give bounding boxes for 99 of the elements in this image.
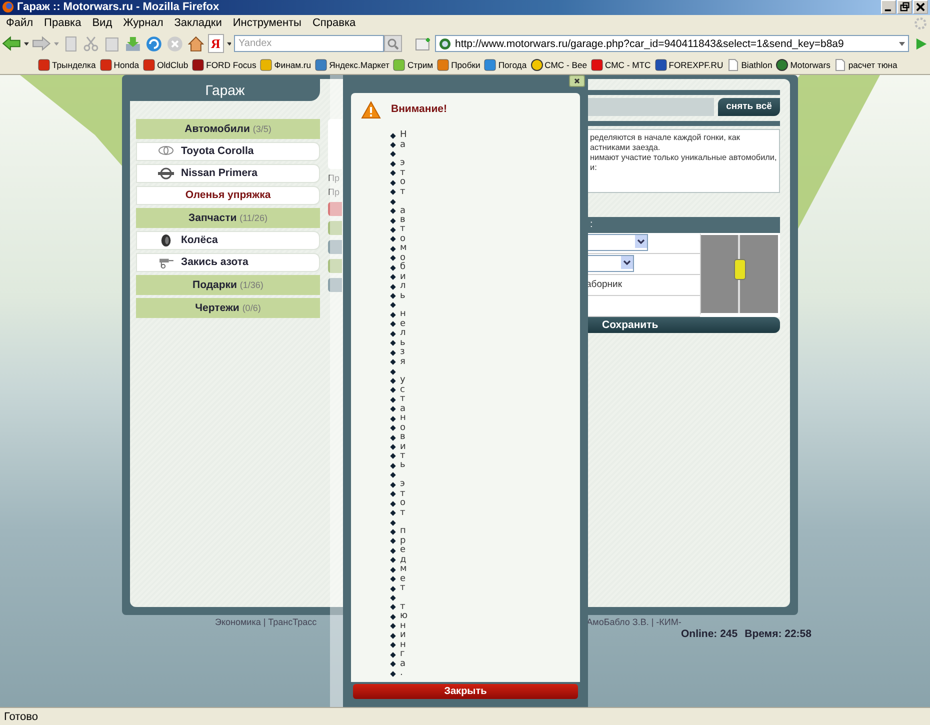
menu-item[interactable]: Инструменты — [232, 17, 302, 30]
status-text: Готово — [4, 710, 38, 722]
minimize-icon[interactable] — [881, 0, 896, 14]
info-text: ределяются в начале каждой гонки, как — [590, 132, 742, 143]
select-field[interactable] — [586, 234, 648, 252]
bookmark-link[interactable]: Трынделка — [38, 58, 96, 71]
search-field[interactable]: Yandex — [234, 35, 384, 52]
site-icon — [591, 58, 604, 71]
close-button[interactable] — [569, 74, 585, 87]
form-text: аборник — [586, 279, 622, 290]
menu-item[interactable]: Правка — [44, 17, 82, 30]
throbber-icon — [914, 16, 927, 30]
home-icon[interactable] — [188, 36, 204, 52]
tab-button[interactable] — [328, 258, 342, 273]
site-icon — [315, 58, 328, 71]
category-header[interactable]: Подарки (1/36) — [136, 274, 320, 295]
site-icon — [776, 58, 788, 71]
info-text: и: — [590, 162, 598, 173]
site-icon — [438, 38, 451, 50]
site-icon — [393, 58, 406, 71]
chevron-down-icon[interactable] — [635, 235, 647, 248]
search-engine-button[interactable]: Я — [208, 34, 224, 54]
bookmark-link[interactable]: FOREXPF.RU — [654, 58, 724, 71]
dropdown-caret-icon[interactable] — [24, 42, 29, 46]
footer-links: АмоБабло З.В. | -КИМ- — [586, 616, 682, 627]
select-field[interactable] — [586, 255, 634, 272]
menu-item[interactable]: Справка — [312, 17, 356, 30]
site-icon — [143, 58, 156, 71]
side-text: Пр — [328, 174, 340, 183]
document-icon[interactable] — [62, 36, 78, 52]
tab-button[interactable] — [328, 278, 342, 292]
nissan-logo-icon — [157, 166, 175, 180]
tab-button[interactable] — [328, 220, 342, 235]
bookmark-link[interactable]: расчет тюна — [834, 58, 898, 71]
bookmark-link[interactable]: Пробки — [437, 58, 480, 71]
site-icon — [484, 58, 496, 71]
bookmark-link[interactable]: Яндекс.Маркет — [315, 58, 390, 71]
garage-item[interactable]: Nissan Primera — [136, 164, 320, 183]
tab-button[interactable] — [328, 240, 342, 254]
garage-title: Гараж — [130, 78, 320, 101]
bookmark-link[interactable]: Honda — [100, 58, 140, 71]
dropdown-caret-icon[interactable] — [226, 42, 232, 46]
category-header[interactable]: Чертежи (0/6) — [136, 298, 320, 318]
category-header[interactable]: Автомобили (3/5) — [136, 118, 320, 139]
menu-item[interactable]: Закладки — [174, 17, 222, 30]
site-icon — [530, 58, 543, 71]
bookmark-link[interactable]: FORD Focus — [192, 58, 256, 71]
address-field[interactable]: http://www.motorwars.ru/garage.php?car_id=940411843&select=1&send_key=b8a9 — [434, 35, 910, 52]
chevron-down-icon[interactable] — [621, 256, 633, 270]
menu-item[interactable]: Журнал — [123, 17, 164, 30]
bookmark-link[interactable]: Biathlon — [727, 58, 772, 71]
window-title: Гараж :: Motorwars.ru - Mozilla Firefox — [17, 1, 220, 14]
menu-item[interactable]: Файл — [6, 17, 34, 30]
server-time: Время: 22:58 — [744, 628, 812, 640]
tab-button[interactable] — [328, 202, 342, 216]
restore-icon[interactable] — [897, 0, 912, 14]
site-icon — [654, 58, 667, 71]
garage-item[interactable]: Оленья упряжка — [136, 186, 320, 205]
dialog-title: Внимание! — [391, 102, 447, 115]
clipboard-icon[interactable] — [104, 36, 120, 52]
info-text: астниками заезда. — [590, 142, 662, 153]
close-icon[interactable] — [573, 76, 581, 85]
reload-icon[interactable] — [146, 36, 162, 52]
clear-all-button[interactable]: снять всё — [718, 98, 780, 116]
add-bookmark-icon[interactable] — [415, 36, 431, 52]
bookmark-link[interactable]: СМС - МТС — [591, 58, 651, 71]
site-icon — [100, 58, 112, 71]
search-icon[interactable] — [384, 35, 402, 52]
garage-item[interactable]: Колёса — [136, 230, 320, 250]
bookmark-link[interactable]: Motorwars — [776, 58, 830, 71]
info-text: нимают участие только уникальные автомобили, — [590, 152, 777, 163]
bookmark-link[interactable]: Погода — [484, 58, 527, 71]
site-icon — [38, 58, 50, 71]
warning-message: На этот автомобиль нельзя установить этот предмет тюнинга. — [391, 130, 451, 678]
garage-item[interactable]: Toyota Corolla — [136, 142, 320, 161]
scissors-icon[interactable] — [83, 36, 100, 52]
online-count: Online: 245 — [681, 628, 738, 640]
garage-item[interactable]: Закись азота — [136, 252, 320, 272]
page-icon — [727, 58, 740, 71]
bookmark-link[interactable]: OldClub — [143, 58, 188, 71]
category-header[interactable]: Запчасти (11/26) — [136, 208, 320, 228]
bookmark-link[interactable]: Финам.ru — [260, 58, 312, 71]
footer-links: Экономика | ТрансТрасс — [215, 616, 317, 627]
side-panel — [328, 118, 342, 169]
browser-logo-icon — [2, 1, 14, 14]
warning-icon — [361, 100, 381, 119]
bookmark-link[interactable]: СМС - Bee — [530, 58, 588, 71]
toyota-logo-icon — [157, 144, 175, 158]
download-icon[interactable] — [125, 36, 142, 52]
menu-item[interactable]: Вид — [92, 17, 112, 30]
bookmark-link[interactable]: Стрим — [393, 58, 434, 71]
back-arrow-icon[interactable] — [2, 36, 21, 52]
page-icon — [834, 58, 846, 71]
site-icon — [437, 58, 450, 71]
site-icon — [192, 58, 204, 71]
side-text: Пр — [328, 188, 340, 197]
close-dialog-button[interactable]: Закрыть — [353, 684, 578, 699]
site-icon — [260, 58, 272, 71]
dropdown-caret-icon[interactable] — [899, 42, 906, 46]
